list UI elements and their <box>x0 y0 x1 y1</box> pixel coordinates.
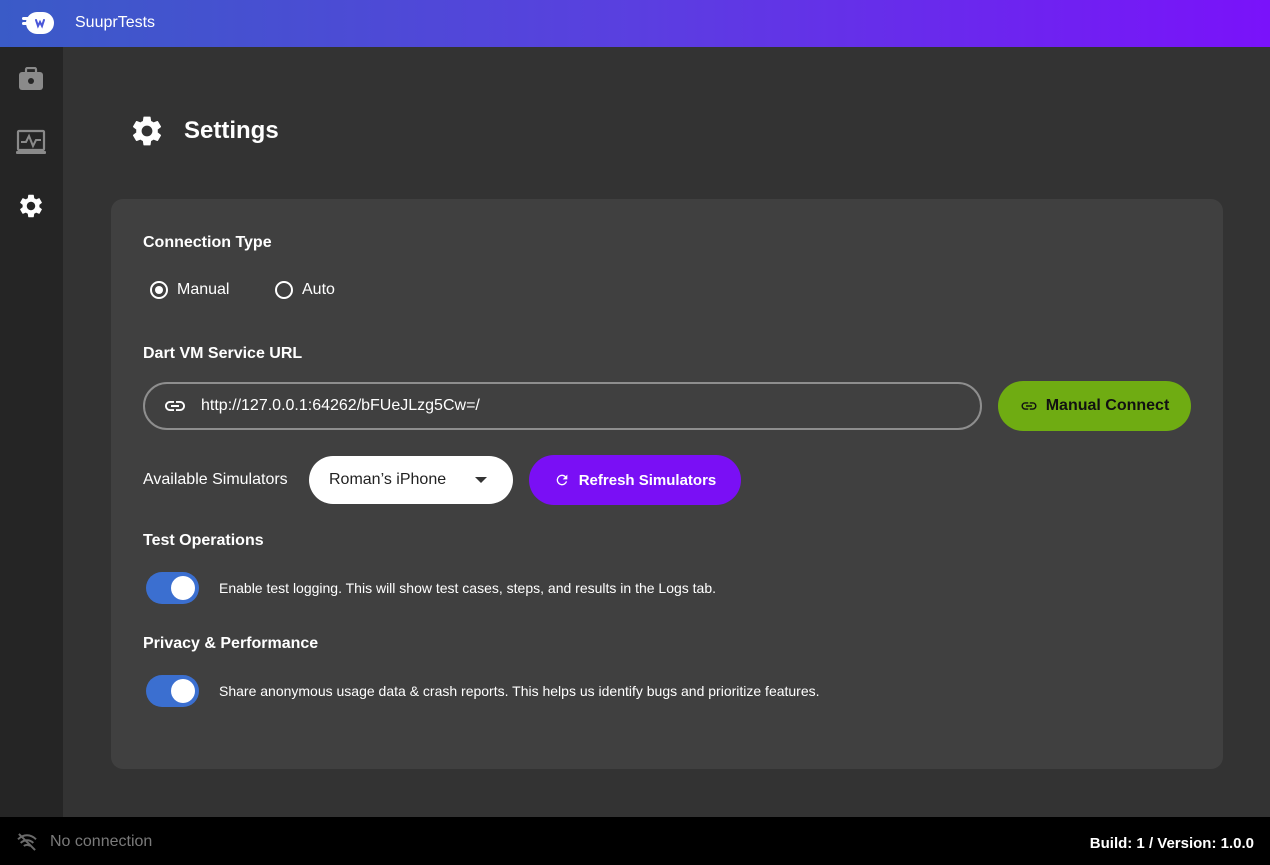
test-logging-toggle[interactable] <box>146 572 199 604</box>
page-header: Settings <box>129 113 279 149</box>
radio-manual[interactable]: Manual <box>150 281 229 299</box>
vm-url-heading: Dart VM Service URL <box>143 345 303 362</box>
build-version: Build: 1 / Version: 1.0.0 <box>1089 835 1254 852</box>
app-title: SuuprTests <box>75 14 156 31</box>
radio-auto[interactable]: Auto <box>275 281 335 299</box>
link-icon <box>1021 402 1037 410</box>
refresh-icon <box>556 474 568 486</box>
sidebar-item-logs[interactable] <box>16 127 46 157</box>
toggle-knob <box>171 679 195 703</box>
chevron-down-icon <box>475 477 487 483</box>
simulator-select-value: Roman’s iPhone <box>329 471 447 488</box>
main-content: Settings Connection Type Manual Auto Dar… <box>63 47 1270 817</box>
simulator-select[interactable]: Roman’s iPhone <box>309 456 513 504</box>
test-operations-heading: Test Operations <box>143 532 264 549</box>
radio-manual-circle <box>150 281 168 299</box>
toggle-knob <box>171 576 195 600</box>
gear-icon <box>132 116 162 146</box>
connection-status-text: No connection <box>50 833 153 850</box>
sidebar-item-settings[interactable] <box>16 191 46 221</box>
privacy-heading: Privacy & Performance <box>143 635 319 652</box>
radio-manual-label: Manual <box>177 281 230 298</box>
gear-icon <box>20 194 42 218</box>
settings-card: Connection Type Manual Auto Dart VM Serv… <box>111 199 1223 769</box>
sidebar-item-tests[interactable] <box>16 64 46 94</box>
connection-type-heading: Connection Type <box>143 234 272 251</box>
status-bar: No connection Build: 1 / Version: 1.0.0 <box>0 817 1270 865</box>
vm-url-field[interactable] <box>143 382 982 430</box>
refresh-simulators-label: Refresh Simulators <box>578 471 717 489</box>
title-bar: SuuprTests <box>0 0 1270 47</box>
connection-status: No connection <box>16 833 152 851</box>
usage-data-description: Share anonymous usage data & crash repor… <box>219 683 820 699</box>
refresh-simulators-button[interactable]: Refresh Simulators <box>529 455 741 505</box>
vm-url-input[interactable] <box>201 397 941 415</box>
briefcase-icon <box>19 67 43 90</box>
page-title: Settings <box>184 117 279 144</box>
available-simulators-label: Available Simulators <box>143 471 288 488</box>
sidebar <box>0 47 63 817</box>
radio-auto-label: Auto <box>302 281 335 298</box>
monitor-chart-icon <box>16 129 46 154</box>
test-logging-description: Enable test logging. This will show test… <box>219 580 717 596</box>
manual-connect-button[interactable]: Manual Connect <box>998 381 1191 431</box>
app-logo-icon <box>22 11 55 35</box>
wifi-off-icon <box>17 833 37 851</box>
radio-auto-circle <box>275 281 293 299</box>
manual-connect-label: Manual Connect <box>1045 397 1170 414</box>
usage-data-toggle[interactable] <box>146 675 199 707</box>
link-icon <box>165 401 185 411</box>
